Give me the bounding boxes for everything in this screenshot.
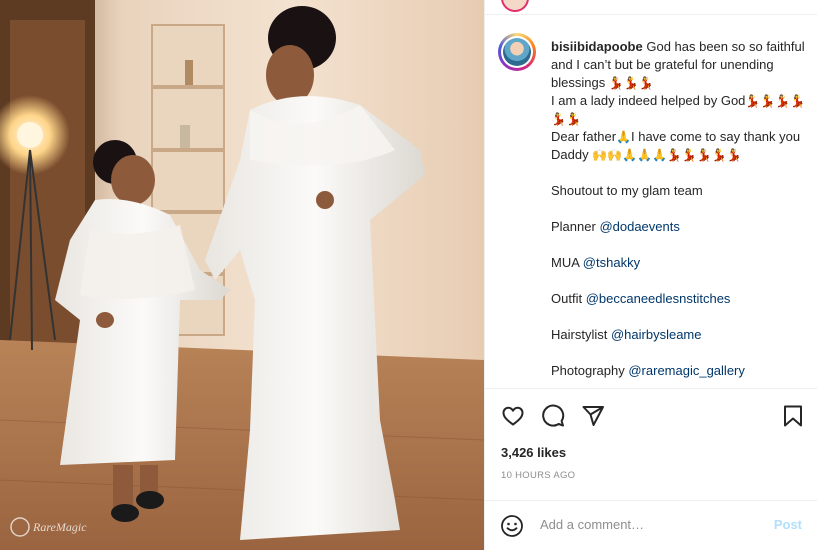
smiley-icon: [501, 515, 523, 537]
mention-link[interactable]: @dodaevents: [599, 219, 679, 234]
caption-line-2: I am a lady indeed helped by God: [551, 93, 746, 108]
credit-label: Photography: [551, 363, 625, 378]
caption-area[interactable]: bisiibidapoobe God has been so so faithf…: [485, 14, 817, 388]
post-actions: 3,426 likes 10 HOURS AGO: [485, 388, 817, 489]
post-image: RareMagic: [0, 0, 484, 550]
caption-emoji-3a: 🙏: [616, 130, 631, 144]
post-photo[interactable]: RareMagic: [0, 0, 484, 550]
mention-link[interactable]: @tshakky: [583, 255, 640, 270]
caption-emoji-1: 💃💃💃: [608, 76, 654, 90]
credit-mua: MUA @tshakky: [551, 254, 806, 272]
post-comment-button[interactable]: Post: [774, 517, 802, 532]
heart-icon: [502, 406, 524, 426]
post-side-panel: bisiibidapoobe God has been so so faithf…: [484, 0, 817, 550]
credit-label: Outfit: [551, 291, 583, 306]
caption-emoji-3b: 🙌🙌🙏🙏🙏💃💃💃💃💃: [592, 148, 742, 162]
caption-text: bisiibidapoobe God has been so so faithf…: [551, 38, 806, 380]
post-header: [485, 0, 817, 15]
caption-line-3a: Dear father: [551, 129, 617, 144]
comment-input[interactable]: Add a comment…: [540, 517, 644, 532]
likes-count[interactable]: 3,426 likes: [501, 445, 566, 460]
comment-button[interactable]: [541, 404, 565, 428]
header-avatar[interactable]: [501, 0, 529, 12]
watermark-text: RareMagic: [32, 520, 87, 534]
credit-planner: Planner @dodaevents: [551, 218, 806, 236]
credit-label: MUA: [551, 255, 580, 270]
author-avatar[interactable]: [498, 33, 536, 71]
author-username[interactable]: bisiibidapoobe: [551, 39, 643, 54]
caption-shoutout: Shoutout to my glam team: [551, 183, 703, 198]
bookmark-icon: [784, 405, 802, 427]
save-button[interactable]: [781, 404, 805, 428]
comment-icon: [542, 404, 565, 427]
comment-bar: Add a comment… Post: [485, 500, 817, 551]
credit-outfit: Outfit @beccaneedlesnstitches: [551, 290, 806, 308]
credit-hairstylist: Hairstylist @hairbysleame: [551, 326, 806, 344]
emoji-button[interactable]: [500, 514, 524, 538]
paper-plane-icon: [582, 406, 604, 426]
credit-label: Hairstylist: [551, 327, 608, 342]
mention-link[interactable]: @beccaneedlesnstitches: [586, 291, 731, 306]
credit-photography: Photography @raremagic_gallery: [551, 362, 806, 380]
credit-label: Planner: [551, 219, 596, 234]
like-button[interactable]: [501, 404, 525, 428]
share-button[interactable]: [581, 404, 605, 428]
post-timestamp[interactable]: 10 HOURS AGO: [501, 470, 575, 481]
mention-link[interactable]: @hairbysleame: [611, 327, 702, 342]
mention-link[interactable]: @raremagic_gallery: [628, 363, 745, 378]
